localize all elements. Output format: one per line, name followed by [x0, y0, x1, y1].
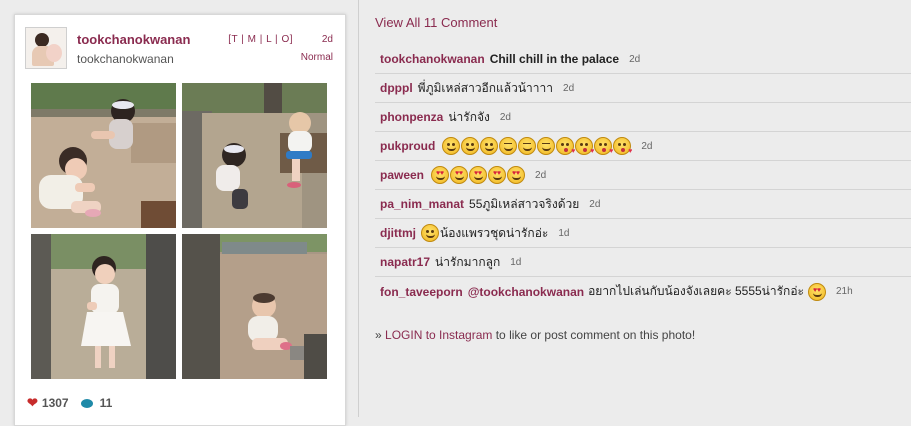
comment-username[interactable]: dpppl [380, 81, 413, 95]
comment-text: 55ภูมิเหล่สาวจริงด้วย [469, 196, 580, 211]
heart-eyes-emoji-icon [450, 166, 469, 184]
comments-list: tookchanokwanan Chill chill in the palac… [375, 45, 911, 306]
photo-4[interactable] [182, 234, 327, 379]
comment-time: 2d [499, 111, 511, 123]
relieved-emoji-icon [537, 137, 556, 155]
smile-emoji-icon [461, 137, 480, 155]
comments-count: 11 [99, 396, 113, 410]
view-all-comments-link[interactable]: View All 11 Comment [375, 15, 497, 30]
comment-row: djittmj น้องแพรวชุดน่ารักอ่ะ 1d [375, 219, 911, 248]
comment-username[interactable]: fon_taveeporn [380, 285, 463, 299]
photo-1[interactable] [31, 83, 176, 228]
comment-time: 2d [535, 169, 547, 181]
comment-mention[interactable]: @tookchanokwanan [468, 285, 584, 299]
comment-username[interactable]: paween [380, 168, 424, 182]
post-username[interactable]: tookchanokwanan [77, 32, 190, 47]
comment-row: phonpenza น่ารักจัง 2d [375, 103, 911, 132]
relieved-emoji-icon [499, 137, 518, 155]
comment-time: 2d [629, 53, 641, 65]
comment-text: น่ารักมากลูก [435, 254, 501, 269]
comment-time: 21h [835, 286, 853, 297]
comment-text: น่ารักจัง [448, 109, 490, 124]
link-o[interactable]: O [281, 34, 289, 45]
comment-username[interactable]: phonpenza [380, 110, 443, 124]
comment-text: Chill chill in the palace [489, 52, 620, 66]
comment-time: 2d [563, 82, 575, 94]
emoji-sequence [431, 166, 526, 184]
comment-username[interactable]: pukproud [380, 139, 435, 153]
comment-time: 1d [510, 256, 522, 268]
smile-emoji-icon [421, 224, 439, 242]
photo-3[interactable] [31, 234, 176, 379]
heart-eyes-emoji-icon [807, 282, 826, 301]
comment-row: tookchanokwanan Chill chill in the palac… [375, 45, 911, 74]
comment-text: อยากไปเล่นกับน้องจังเลยคะ 5555น่ารักอ่ะ [588, 284, 804, 298]
comment-row: dpppl พี่ภูมิเหล่สาวอีกแล้วน้าาาา 2d [375, 74, 911, 103]
relieved-emoji-icon [518, 137, 537, 155]
comment-row: paween 2d [375, 161, 911, 190]
photo-2[interactable] [182, 83, 327, 228]
heart-icon[interactable]: ❤ [27, 395, 38, 411]
photo-size-links: [T | M | L | O] [228, 34, 293, 45]
comment-time: 2d [641, 140, 653, 152]
comment-text: น้องแพรวชุดน่ารักอ่ะ [440, 225, 549, 240]
comment-row: pa_nim_manat 55ภูมิเหล่สาวจริงด้วย 2d [375, 190, 911, 219]
comment-text: พี่ภูมิเหล่สาวอีกแล้วน้าาาา [417, 80, 554, 95]
comment-icon[interactable] [80, 398, 93, 408]
comment-username[interactable]: djittmj [380, 226, 416, 240]
comment-username[interactable]: napatr17 [380, 255, 430, 269]
comment-username[interactable]: tookchanokwanan [380, 52, 485, 66]
smile-emoji-icon [442, 137, 461, 155]
comment-row: fon_taveeporn @tookchanokwanan อยากไปเล่… [375, 277, 911, 306]
likes-count: 1307 [41, 396, 69, 410]
emoji-sequence: ♥ ♥ ♥ ♥ [442, 137, 632, 155]
kiss-emoji-icon: ♥ [613, 137, 632, 155]
avatar[interactable] [25, 27, 67, 69]
post-card: tookchanokwanan tookchanokwanan [T | M |… [14, 14, 346, 426]
heart-eyes-emoji-icon [431, 166, 450, 184]
login-prefix: » [375, 328, 386, 342]
smile-emoji-icon [480, 137, 499, 155]
comment-time: 2d [589, 198, 601, 210]
heart-eyes-emoji-icon [469, 166, 488, 184]
kiss-emoji-icon: ♥ [594, 137, 613, 155]
comment-row: napatr17 น่ารักมากลูก 1d [375, 248, 911, 277]
heart-eyes-emoji-icon [488, 166, 507, 184]
post-full-name: tookchanokwanan [77, 52, 174, 66]
post-filter: Normal [300, 52, 333, 63]
comment-row: pukproud ♥ ♥ ♥ ♥ 2d [375, 132, 911, 161]
column-divider [358, 0, 359, 417]
login-suffix: to like or post comment on this photo! [492, 328, 696, 342]
comment-username[interactable]: pa_nim_manat [380, 197, 464, 211]
login-link[interactable]: LOGIN to Instagram [385, 328, 492, 342]
kiss-emoji-icon: ♥ [556, 137, 575, 155]
kiss-emoji-icon: ♥ [575, 137, 594, 155]
login-prompt: » LOGIN to Instagram to like or post com… [375, 328, 695, 342]
post-stats: ❤ 1307 11 [27, 395, 112, 411]
heart-eyes-emoji-icon [507, 166, 526, 184]
post-time: 2d [321, 34, 333, 45]
comment-time: 1d [558, 227, 570, 239]
